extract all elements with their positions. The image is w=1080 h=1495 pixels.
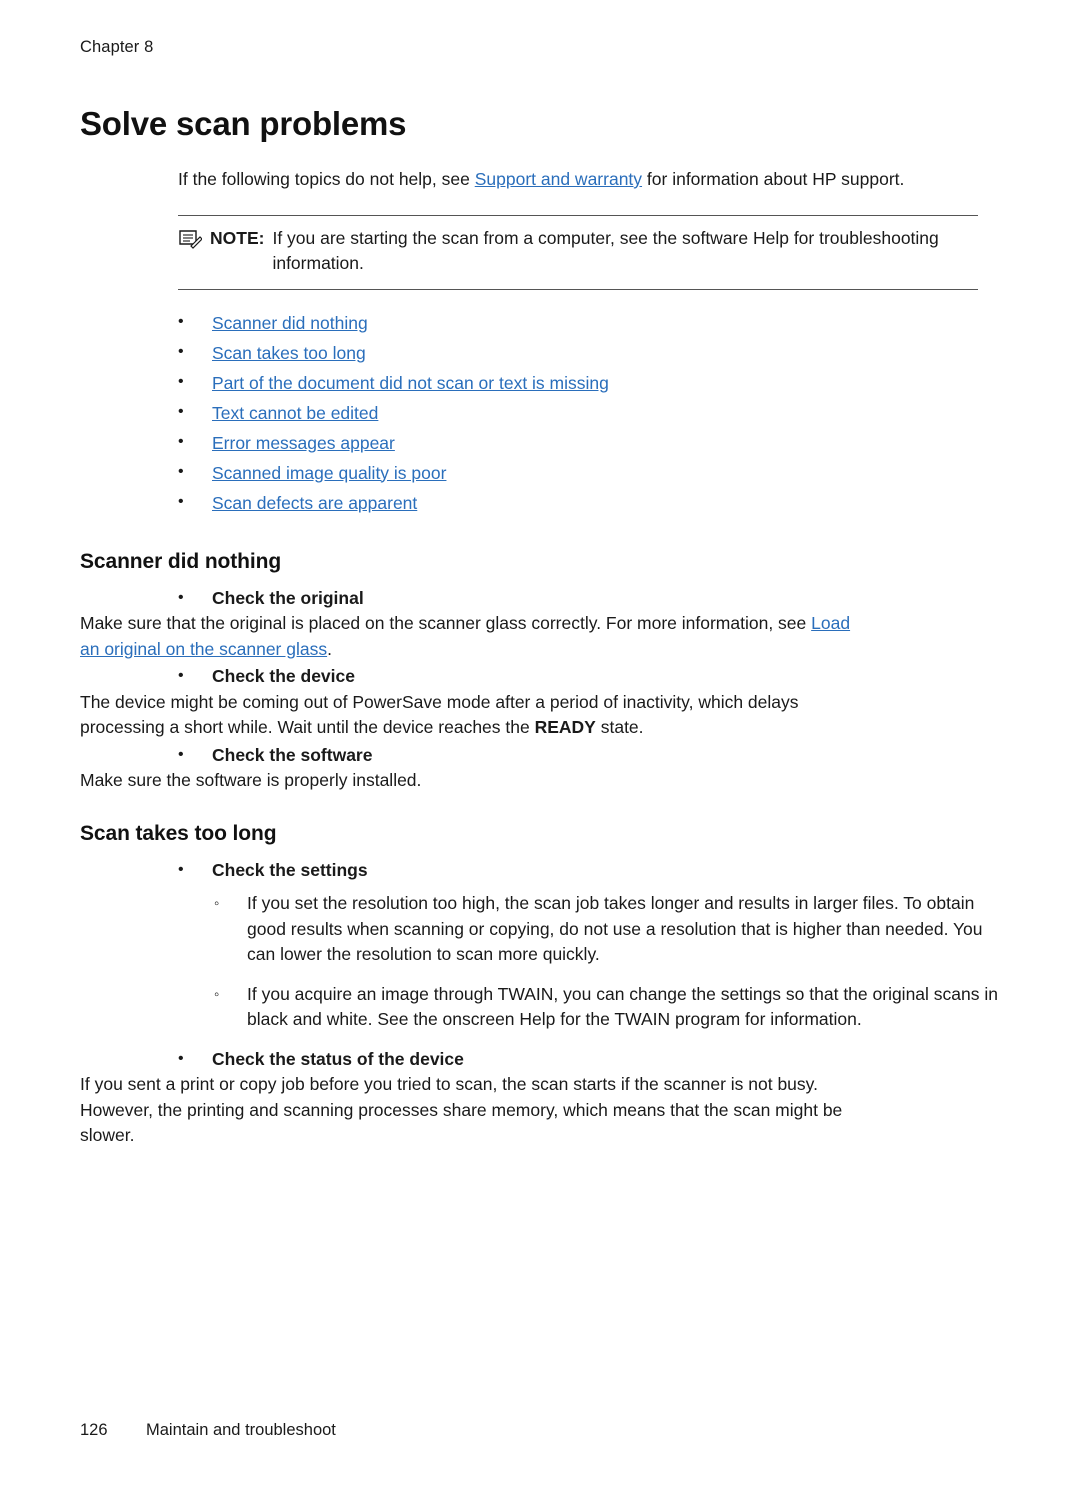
list-item: Scan takes too long <box>178 337 990 368</box>
chapter-header: Chapter 8 <box>80 38 154 56</box>
footer-text: Maintain and troubleshoot <box>146 1421 336 1439</box>
topic-link-error-messages-appear[interactable]: Error messages appear <box>212 433 395 453</box>
list-item: Part of the document did not scan or tex… <box>178 367 990 398</box>
device-text-part2: state. <box>595 717 644 737</box>
section-1-bullet-2: Check the device <box>178 663 990 690</box>
page-number: 126 <box>80 1421 108 1439</box>
paragraph-check-the-status: If you sent a print or copy job before y… <box>80 1074 843 1145</box>
list-item: Scanner did nothing <box>178 307 990 338</box>
list-item: Scan defects are apparent <box>178 487 990 518</box>
section-heading-scan-takes-too-long: Scan takes too long <box>80 821 277 845</box>
paragraph-check-the-device: The device might be coming out of PowerS… <box>80 690 860 741</box>
intro-paragraph: If the following topics do not help, see… <box>178 167 968 193</box>
section-2-bullet-2: Check the status of the device <box>178 1046 990 1073</box>
check-settings-subbullets: If you set the resolution too high, the … <box>212 891 998 1033</box>
bullet-check-the-status-of-the-device: Check the status of the device <box>178 1046 990 1073</box>
topic-link-text-cannot-be-edited[interactable]: Text cannot be edited <box>212 403 378 423</box>
bullet-check-the-device: Check the device <box>178 663 990 690</box>
list-item: Error messages appear <box>178 427 990 458</box>
note-box: NOTE: If you are starting the scan from … <box>178 214 978 290</box>
page-footer: 126 Maintain and troubleshoot <box>80 1421 336 1440</box>
document-page: Chapter 8 Solve scan problems If the fol… <box>0 0 1080 1495</box>
topic-link-scan-defects[interactable]: Scan defects are apparent <box>212 493 417 513</box>
list-item: Scanned image quality is poor <box>178 457 990 488</box>
list-item: If you set the resolution too high, the … <box>212 891 1007 968</box>
paragraph-check-the-software: Make sure the software is properly insta… <box>80 770 422 790</box>
list-item: If you acquire an image through TWAIN, y… <box>212 982 1007 1033</box>
text-before-link: Make sure that the original is placed on… <box>80 613 812 633</box>
note-label: NOTE: <box>210 227 265 248</box>
topic-list: Scanner did nothing Scan takes too long … <box>178 307 990 518</box>
ready-state-label: READY <box>534 717 596 737</box>
bullet-check-the-settings: Check the settings <box>178 857 990 884</box>
bullet-check-the-software: Check the software <box>178 742 990 769</box>
text-after-link: . <box>327 638 332 659</box>
topic-link-part-of-document[interactable]: Part of the document did not scan or tex… <box>212 373 609 393</box>
paragraph-check-the-original: Make sure that the original is placed on… <box>80 611 860 662</box>
device-text-part1: The device might be coming out of PowerS… <box>80 691 799 738</box>
bullet-check-the-original: Check the original <box>178 585 990 612</box>
topic-link-scan-takes-too-long[interactable]: Scan takes too long <box>212 343 366 363</box>
note-text: If you are starting the scan from a comp… <box>272 227 939 274</box>
intro-text-before: If the following topics do not help, see <box>178 169 475 189</box>
section-2-bullets: Check the settings <box>178 857 990 884</box>
page-content: Solve scan problems If the following top… <box>80 105 998 1149</box>
section-1-bullet-3: Check the software <box>178 742 990 769</box>
page-title: Solve scan problems <box>80 105 407 142</box>
intro-text-after: for information about HP support. <box>642 169 905 189</box>
section-1-bullets: Check the original <box>178 585 990 612</box>
list-item: Text cannot be edited <box>178 397 990 428</box>
support-and-warranty-link[interactable]: Support and warranty <box>475 169 642 189</box>
section-heading-scanner-did-nothing: Scanner did nothing <box>80 549 282 573</box>
topic-link-scanned-image-quality[interactable]: Scanned image quality is poor <box>212 463 446 483</box>
note-icon <box>178 226 204 257</box>
intro-paragraph-wrapper: If the following topics do not help, see… <box>178 167 990 193</box>
topic-link-scanner-did-nothing[interactable]: Scanner did nothing <box>212 313 368 333</box>
